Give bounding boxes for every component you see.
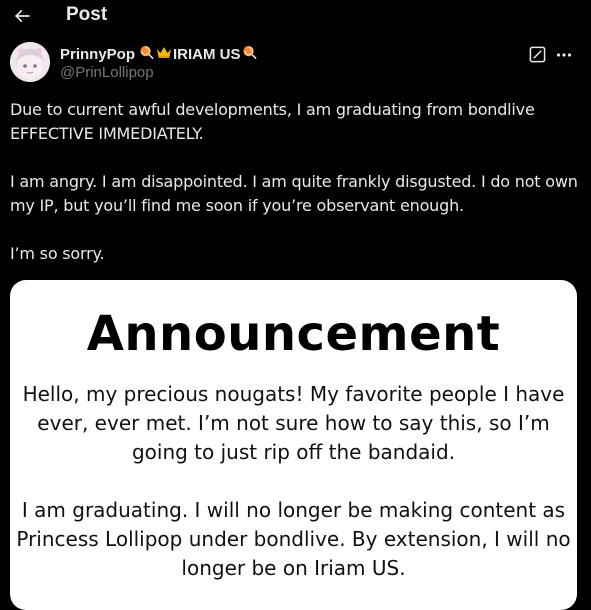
post-image[interactable]: Announcement Hello, my precious nougats!… (10, 280, 577, 610)
more-horizontal-icon (556, 53, 572, 57)
display-name-text: PrinnyPop (60, 45, 136, 63)
author-handle[interactable]: @PrinLollipop (60, 64, 154, 81)
grok-button[interactable] (529, 46, 547, 64)
back-button[interactable] (10, 4, 34, 28)
announcement-paragraph: I am graduating. I will no longer be mak… (16, 498, 571, 580)
announcement-title: Announcement (86, 306, 501, 362)
grok-icon (529, 46, 546, 63)
page-title: Post (66, 4, 108, 25)
more-options-button[interactable] (553, 44, 575, 66)
avatar-image (10, 42, 50, 82)
display-name[interactable]: PrinnyPop IRIAM US (60, 44, 258, 64)
announcement-paragraph: Hello, my precious nougats! My favorite … (22, 382, 565, 464)
top-bar: Post (0, 0, 591, 34)
lollipop-icon (242, 44, 257, 64)
post-author: PrinnyPop IRIAM US @PrinLollipop (10, 42, 581, 86)
crown-icon (156, 45, 172, 63)
lollipop-icon (139, 44, 154, 64)
display-name-suffix: IRIAM US (173, 45, 241, 63)
avatar[interactable] (10, 42, 50, 82)
announcement-body: Hello, my precious nougats! My favorite … (10, 380, 577, 610)
post-paragraph: Due to current awful developments, I am … (10, 100, 535, 143)
post-paragraph: I am angry. I am disappointed. I am quit… (10, 172, 578, 215)
post-paragraph: I’m so sorry. (10, 244, 105, 263)
arrow-left-icon (14, 9, 30, 23)
post-text: Due to current awful developments, I am … (10, 98, 581, 290)
